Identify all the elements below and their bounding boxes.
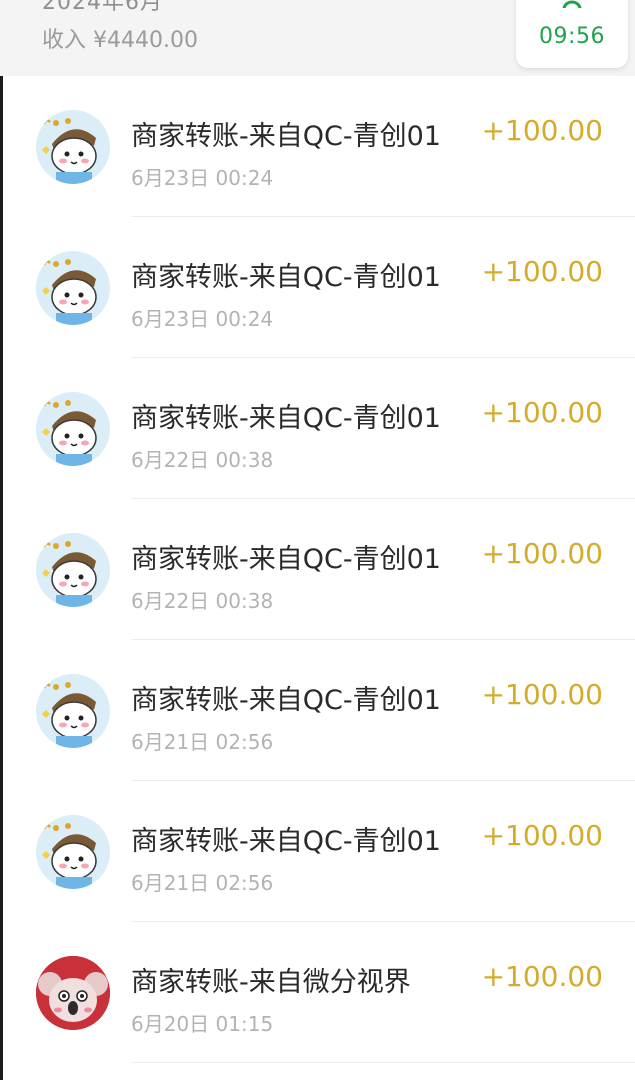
transaction-date: 6月21日 02:56 — [131, 730, 274, 754]
transaction-row[interactable]: 商家转账-来自QC-青创01 6月21日 02:56 +100.00 — [0, 781, 635, 922]
transaction-date: 6月20日 01:15 — [131, 1012, 274, 1036]
transaction-date: 6月22日 00:38 — [131, 589, 274, 613]
cartoon-cat-avatar — [36, 251, 110, 325]
transaction-date: 6月22日 00:38 — [131, 448, 274, 472]
transaction-row[interactable]: 商家转账-来自QC-青创01 6月22日 00:38 +100.00 — [0, 499, 635, 640]
transaction-title: 商家转账-来自QC-青创01 — [131, 685, 441, 716]
transaction-title: 商家转账-来自QC-青创01 — [131, 403, 441, 434]
transaction-date: 6月23日 00:24 — [131, 166, 274, 190]
transaction-amount: +100.00 — [481, 255, 603, 288]
month-label[interactable]: 2024年6月 — [42, 0, 163, 16]
cartoon-cat-avatar — [36, 110, 110, 184]
transaction-title: 商家转账-来自QC-青创01 — [131, 544, 441, 575]
transaction-title: 商家转账-来自QC-青创01 — [131, 121, 441, 152]
cartoon-cat-avatar — [36, 392, 110, 466]
transaction-row[interactable]: 商家转账-来自微分视界 6月20日 01:15 +100.00 — [0, 922, 635, 1063]
transaction-title: 商家转账-来自QC-青创01 — [131, 826, 441, 857]
transaction-amount: +100.00 — [481, 819, 603, 852]
transaction-date: 6月21日 02:56 — [131, 871, 274, 895]
transaction-row[interactable]: 商家转账-来自QC-青创01 6月23日 00:24 +100.00 — [0, 217, 635, 358]
transaction-title: 商家转账-来自QC-青创01 — [131, 262, 441, 293]
cartoon-cat-avatar — [36, 815, 110, 889]
transaction-amount: +100.00 — [481, 114, 603, 147]
transaction-row[interactable]: 商家转账-来自QC-青创01 6月21日 02:56 +100.00 — [0, 640, 635, 781]
transaction-title: 商家转账-来自微分视界 — [131, 967, 411, 998]
row-divider — [131, 1062, 635, 1063]
transaction-amount: +100.00 — [481, 678, 603, 711]
income-total: 收入 ¥4440.00 — [42, 28, 198, 53]
cartoon-cat-avatar — [36, 533, 110, 607]
time-badge[interactable]: 09:56 — [516, 0, 628, 68]
transaction-row[interactable]: 商家转账-来自QC-青创01 6月23日 00:24 +100.00 — [0, 76, 635, 217]
time-text: 09:56 — [539, 24, 605, 49]
phone-icon — [562, 0, 582, 8]
cartoon-cat-avatar — [36, 674, 110, 748]
transaction-amount: +100.00 — [481, 396, 603, 429]
transaction-date: 6月23日 00:24 — [131, 307, 274, 331]
transaction-amount: +100.00 — [481, 960, 603, 993]
transaction-row[interactable]: 商家转账-来自QC-青创01 6月22日 00:38 +100.00 — [0, 358, 635, 499]
month-summary-header: 2024年6月 收入 ¥4440.00 09:56 — [0, 0, 635, 76]
transaction-list: 商家转账-来自QC-青创01 6月23日 00:24 +100.00 商家转账-… — [0, 76, 635, 1063]
transaction-amount: +100.00 — [481, 537, 603, 570]
cartoon-koala-avatar — [36, 956, 110, 1030]
